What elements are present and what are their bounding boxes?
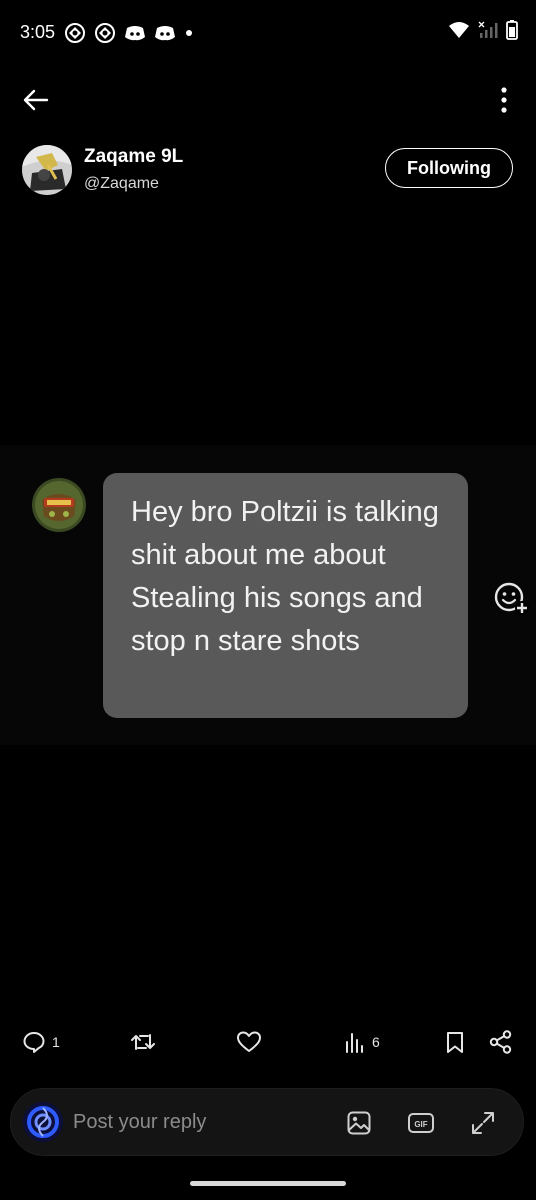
add-reaction-button	[491, 578, 531, 618]
bookmark-icon	[447, 1032, 463, 1053]
discord-icon	[125, 26, 145, 41]
reply-composer[interactable]: Post your reply GIF	[10, 1088, 524, 1156]
reply-icon	[23, 1032, 45, 1053]
message-bubble: Hey bro Poltzii is talking shit about me…	[103, 473, 468, 718]
battery-icon	[506, 20, 518, 40]
image-icon	[347, 1111, 371, 1135]
user-avatar[interactable]	[22, 145, 72, 195]
avatar-image	[22, 145, 72, 195]
post-actions: 1 6	[0, 1022, 536, 1062]
repost-icon	[131, 1034, 155, 1050]
reply-input[interactable]: Post your reply	[73, 1111, 206, 1134]
discord-icon	[155, 26, 175, 41]
home-indicator[interactable]	[190, 1181, 346, 1186]
own-avatar-image	[23, 1102, 63, 1142]
reply-count: 1	[52, 1034, 60, 1050]
app-icon	[95, 23, 115, 43]
sender-avatar-image	[32, 478, 86, 532]
signal-icon	[478, 21, 498, 38]
status-system-icons	[448, 20, 518, 40]
repost-action[interactable]	[130, 1022, 156, 1062]
share-action[interactable]	[488, 1022, 514, 1062]
more-vertical-icon	[501, 87, 507, 113]
views-action[interactable]: 6	[344, 1022, 380, 1062]
back-button[interactable]	[20, 84, 52, 116]
add-emoji-icon	[494, 582, 529, 615]
more-options-button[interactable]	[494, 84, 514, 116]
reply-action[interactable]: 1	[22, 1022, 60, 1062]
wifi-icon	[449, 22, 469, 38]
add-image-button[interactable]	[343, 1107, 375, 1139]
heart-icon	[237, 1031, 261, 1052]
message-sender-avatar	[32, 478, 86, 532]
following-button[interactable]: Following	[385, 148, 513, 188]
status-time: 3:05	[20, 22, 56, 42]
status-notification-icons	[64, 22, 194, 44]
add-gif-button[interactable]: GIF	[405, 1107, 437, 1139]
like-action[interactable]	[236, 1022, 262, 1062]
back-arrow-icon	[23, 89, 49, 111]
bookmark-action[interactable]	[444, 1022, 466, 1062]
gif-icon: GIF	[408, 1113, 434, 1133]
svg-text:GIF: GIF	[414, 1120, 427, 1129]
own-avatar	[23, 1102, 63, 1142]
display-name[interactable]: Zaqame 9L	[84, 146, 183, 168]
app-icon	[65, 23, 85, 43]
user-handle[interactable]: @Zaqame	[84, 175, 159, 193]
expand-icon	[472, 1112, 494, 1134]
views-icon	[346, 1033, 363, 1053]
dot-icon	[186, 30, 192, 36]
share-icon	[489, 1030, 512, 1054]
views-count: 6	[372, 1034, 380, 1050]
expand-composer-button[interactable]	[467, 1107, 499, 1139]
